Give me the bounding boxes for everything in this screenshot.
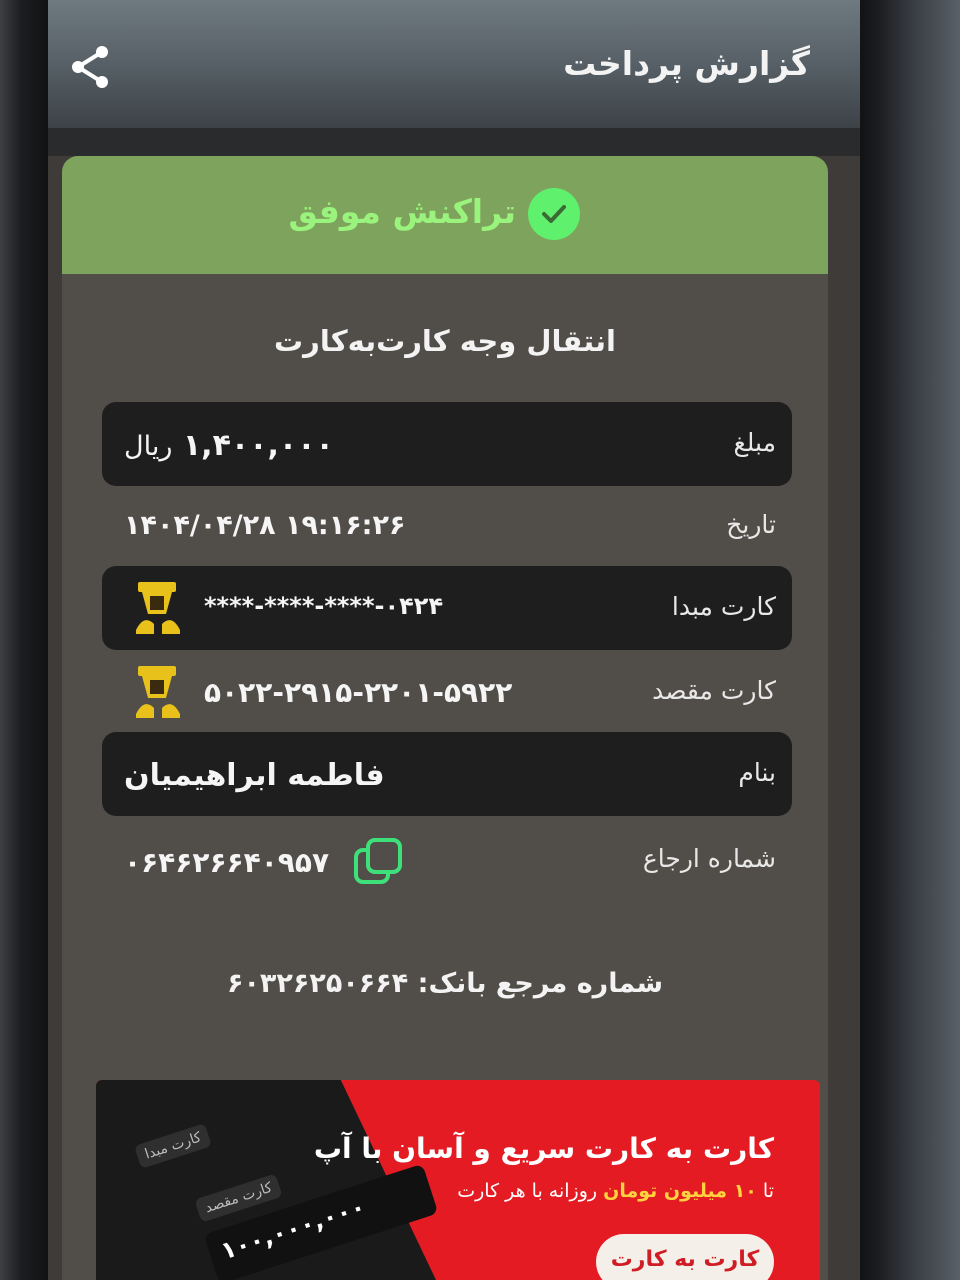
header-divider <box>48 128 860 156</box>
copy-icon[interactable] <box>352 836 404 888</box>
app-screen: گزارش پرداخت تراکنش موفق انتقال وجه کارت… <box>48 0 860 1280</box>
transaction-title: انتقال وجه کارت‌به‌کارت <box>274 324 616 358</box>
status-bar: تراکنش موفق <box>62 156 828 274</box>
source-card-number: ****-****-****-۰۴۲۴ <box>204 592 444 620</box>
date-value: ۱۴۰۴/۰۴/۲۸ ۱۹:۱۶:۲۶ <box>124 510 406 541</box>
bank-reference: شماره مرجع بانک: ۶۰۳۲۶۲۵۰۶۶۴ <box>62 968 828 999</box>
bank-logo-icon <box>132 580 184 636</box>
phone-bezel-right <box>850 0 960 1280</box>
source-card-label: کارت مبدا <box>671 592 776 621</box>
bank-reference-number: ۶۰۳۲۶۲۵۰۶۶۴ <box>226 968 409 999</box>
date-label: تاریخ <box>726 510 776 539</box>
dest-card-label: کارت مقصد <box>652 676 776 705</box>
share-icon[interactable] <box>66 42 116 92</box>
bank-logo-icon <box>132 664 184 720</box>
bank-reference-label: شماره مرجع بانک: <box>417 968 664 999</box>
status-text: تراکنش موفق <box>288 192 516 231</box>
banner-subtitle-prefix: تا <box>762 1180 774 1202</box>
reference-number[interactable]: ۰۶۴۶۲۶۶۴۰۹۵۷ <box>124 846 329 879</box>
receipt-card: تراکنش موفق انتقال وجه کارت‌به‌کارت مبلغ… <box>62 156 828 1280</box>
amount-label: مبلغ <box>733 428 776 457</box>
banner-title: کارت به کارت سریع و آسان با آپ <box>313 1132 774 1165</box>
card-to-card-button[interactable]: کارت به کارت <box>596 1234 774 1280</box>
page-title: گزارش پرداخت <box>563 44 810 83</box>
header: گزارش پرداخت <box>48 0 860 128</box>
banner-subtitle-suffix: روزانه با هر کارت <box>457 1180 598 1202</box>
amount-unit: ریال <box>124 431 173 462</box>
mini-card-source: کارت مبدا <box>134 1123 213 1169</box>
check-circle-icon <box>528 188 580 240</box>
promo-banner[interactable]: کارت مبدا کارت مقصد ۱۰۰,۰۰۰,۰۰۰ کارت به … <box>96 1080 820 1280</box>
amount-number: ۱,۴۰۰,۰۰۰ <box>182 428 334 463</box>
amount-value: ۱,۴۰۰,۰۰۰ ریال <box>124 428 334 463</box>
reference-label: شماره ارجاع <box>642 844 776 873</box>
recipient-name: فاطمه ابراهیمیان <box>124 758 385 793</box>
banner-subtitle: تا ۱۰ میلیون تومان روزانه با هر کارت <box>457 1180 774 1202</box>
dest-card-number: ۵۰۲۲-۲۹۱۵-۲۲۰۱-۵۹۲۲ <box>204 676 513 709</box>
name-label: بنام <box>738 758 776 787</box>
banner-subtitle-highlight: ۱۰ میلیون تومان <box>603 1180 757 1202</box>
